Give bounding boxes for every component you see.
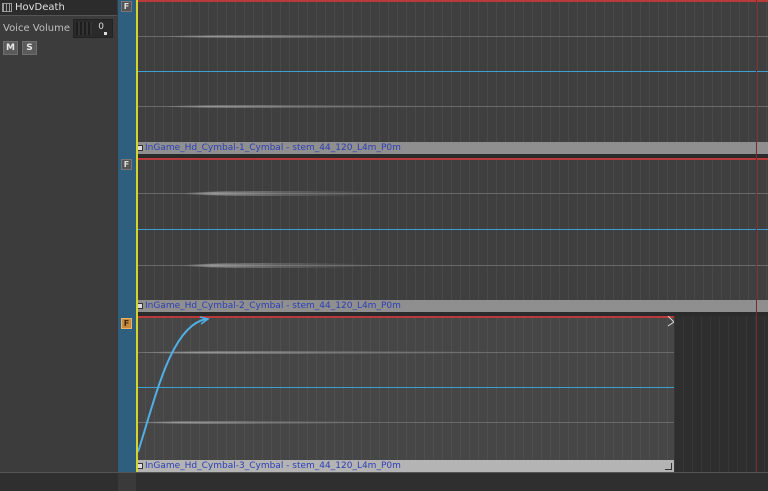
audio-clip-1[interactable]: InGame_Hd_Cymbal-1_Cymbal - stem_44_120_… [136, 0, 768, 154]
timeline[interactable]: F InGame_Hd_Cymbal-1_Cymbal - stem_44_12… [118, 0, 768, 490]
flag-button-active[interactable]: F [121, 318, 132, 329]
clip-name-bar[interactable]: InGame_Hd_Cymbal-3_Cymbal - stem_44_120_… [136, 460, 674, 472]
audio-clip-2[interactable]: InGame_Hd_Cymbal-2_Cymbal - stem_44_120_… [136, 158, 768, 312]
flag-button[interactable]: F [121, 159, 132, 170]
center-line [136, 71, 768, 72]
clip-name: InGame_Hd_Cymbal-2_Cymbal - stem_44_120_… [145, 301, 401, 311]
volume-indicator-icon [104, 32, 107, 35]
volume-ticks-icon [76, 22, 92, 35]
volume-value: 0 [98, 22, 104, 32]
center-line [136, 229, 768, 230]
track-title: HovDeath [15, 2, 65, 13]
solo-button[interactable]: S [22, 41, 37, 55]
resize-corner-icon[interactable] [665, 463, 672, 470]
clip-name: InGame_Hd_Cymbal-3_Cymbal - stem_44_120_… [145, 461, 401, 471]
end-marker [756, 0, 757, 472]
mute-button[interactable]: M [3, 41, 18, 55]
empty-timeline-region[interactable] [674, 316, 768, 472]
clip-top-line [136, 0, 768, 2]
flag-button[interactable]: F [121, 1, 132, 12]
horizontal-scrollbar[interactable] [0, 472, 768, 491]
waveform [166, 105, 426, 108]
clip-top-line [136, 158, 768, 160]
clip-strip: F [118, 0, 136, 154]
waveform [184, 191, 384, 196]
clip-strip: F [118, 312, 136, 472]
clip-name: InGame_Hd_Cymbal-1_Cymbal - stem_44_120_… [145, 143, 401, 153]
grip-icon[interactable] [2, 3, 12, 12]
audio-clip-3[interactable]: InGame_Hd_Cymbal-3_Cymbal - stem_44_120_… [136, 316, 675, 472]
track-header: HovDeath Voice Volume 0 M S [0, 0, 119, 472]
waveform [184, 263, 374, 268]
playhead[interactable] [136, 0, 138, 490]
volume-knob[interactable]: 0 [73, 19, 113, 38]
clip-name-bar[interactable]: InGame_Hd_Cymbal-2_Cymbal - stem_44_120_… [136, 300, 768, 312]
track-title-bar[interactable]: HovDeath [0, 0, 117, 16]
volume-label: Voice Volume [3, 23, 70, 34]
scrollbar-segment [118, 473, 136, 491]
waveform [166, 35, 456, 38]
clip-strip: F [118, 154, 136, 312]
clip-name-bar[interactable]: InGame_Hd_Cymbal-1_Cymbal - stem_44_120_… [136, 142, 768, 154]
fade-in-curve[interactable] [136, 316, 674, 472]
